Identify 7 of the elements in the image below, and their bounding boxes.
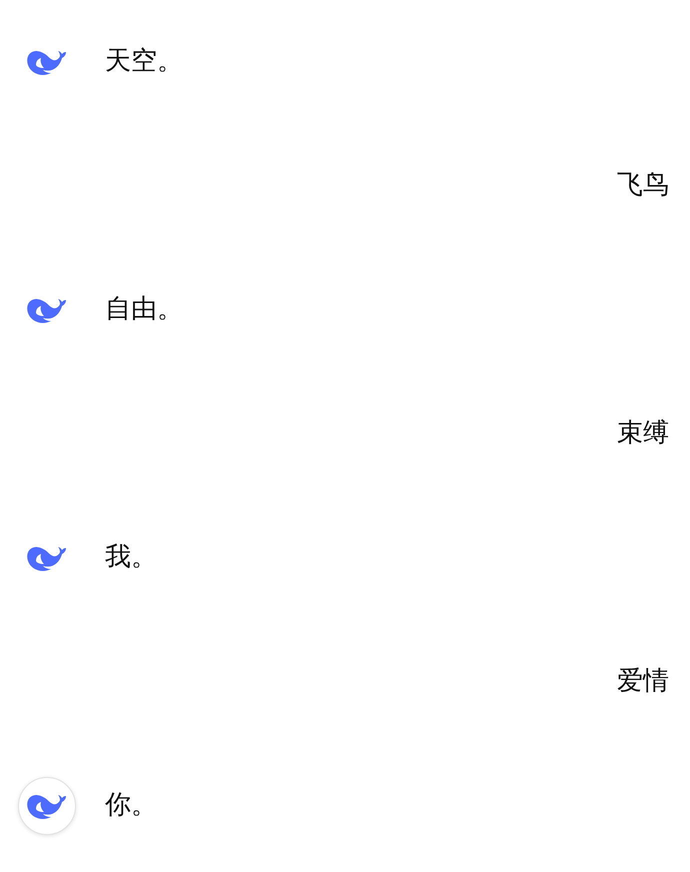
assistant-message: 天空。 <box>105 46 183 78</box>
assistant-message: 你。 <box>105 790 157 822</box>
user-message: 爱情 <box>617 666 669 698</box>
assistant-message: 自由。 <box>105 294 183 326</box>
user-message: 束缚 <box>617 418 669 450</box>
assistant-message: 我。 <box>105 542 157 574</box>
user-message: 飞鸟 <box>617 170 669 202</box>
